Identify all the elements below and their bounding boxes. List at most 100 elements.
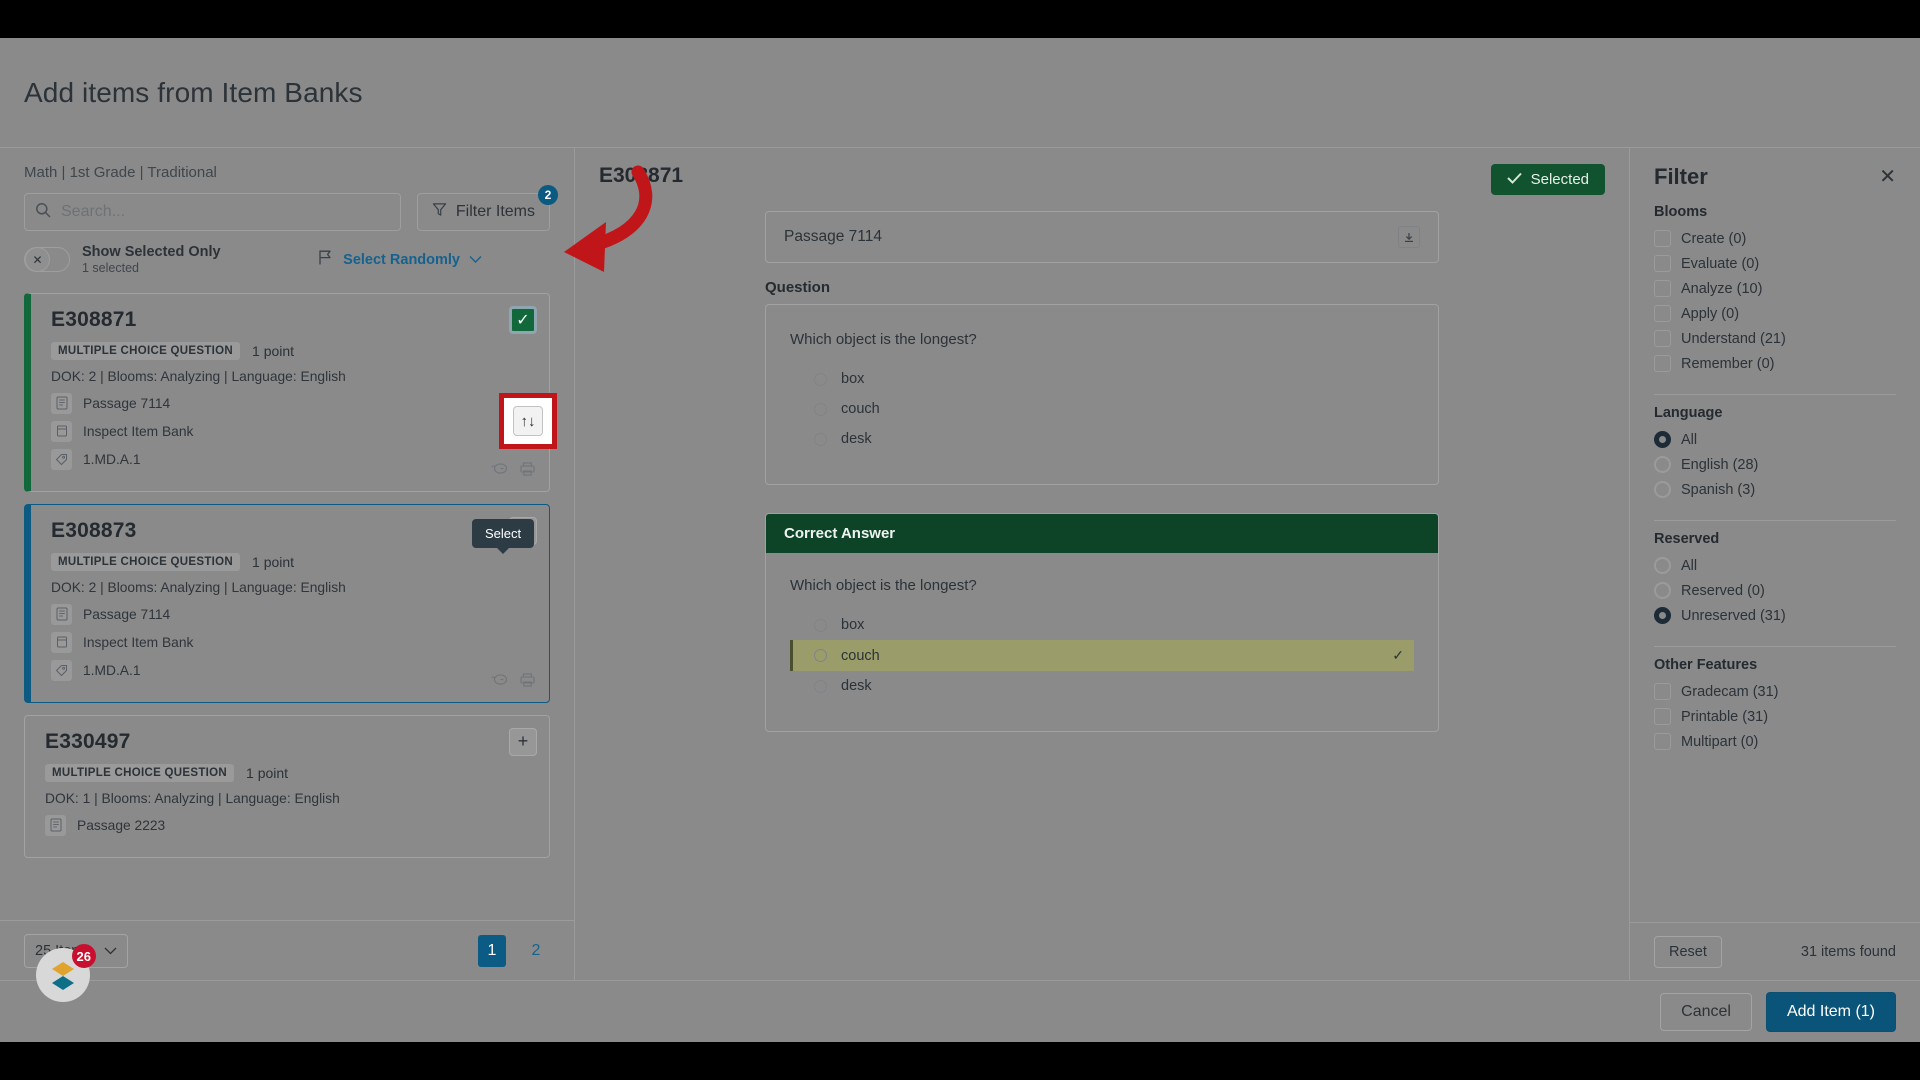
choice-label: couch: [841, 647, 880, 664]
question-choice[interactable]: box: [790, 364, 1414, 394]
filter-option-analyze[interactable]: Analyze (10): [1654, 276, 1896, 301]
item-card-E330497[interactable]: E330497 MULTIPLE CHOICE QUESTION 1 point…: [24, 714, 550, 858]
preview-header: E308871 Selected: [575, 148, 1629, 195]
modal-header: Add items from Item Banks: [0, 38, 1920, 148]
bank-icon: [51, 631, 72, 653]
item-selected-checkbox[interactable]: ✓: [509, 305, 537, 334]
radio-icon: [1654, 582, 1671, 599]
item-id: E308871: [51, 307, 137, 331]
status-badge: Selected: [1490, 164, 1605, 195]
selected-count-label: 1 selected: [82, 261, 139, 276]
item-standard-line: 1.MD.A.1: [51, 448, 533, 470]
filter-option-remember[interactable]: Remember (0): [1654, 351, 1896, 376]
filter-option-label: Reserved (0): [1681, 582, 1765, 599]
item-passage-line: Passage 2223: [45, 814, 533, 836]
breadcrumb: Math | 1st Grade | Traditional: [24, 164, 217, 181]
items-found-label: 31 items found: [1800, 943, 1896, 960]
item-type-row: MULTIPLE CHOICE QUESTION 1 point: [45, 763, 533, 782]
filter-option-label: Gradecam (31): [1681, 683, 1779, 700]
question-text: Which object is the longest?: [790, 331, 977, 348]
choice-label: desk: [841, 678, 872, 694]
sort-order-button[interactable]: ↑↓: [513, 406, 543, 436]
filter-group-title-other: Other Features: [1654, 657, 1758, 673]
item-id: E308873: [51, 518, 137, 542]
filter-option-evaluate[interactable]: Evaluate (0): [1654, 251, 1896, 276]
toggle-knob: ✕: [25, 247, 50, 273]
show-selected-only-toggle[interactable]: ✕: [24, 247, 70, 273]
select-randomly-button[interactable]: Select Randomly: [318, 249, 482, 270]
search-icon: [35, 202, 51, 223]
flag-icon: [318, 249, 334, 270]
sort-button-highlight: ↑↓: [499, 393, 557, 449]
cancel-button[interactable]: Cancel: [1660, 992, 1752, 1031]
item-passage-line: Passage 7114: [51, 392, 533, 414]
question-choice[interactable]: desk: [790, 424, 1414, 454]
item-type-chip: MULTIPLE CHOICE QUESTION: [51, 341, 241, 360]
screen: Add items from Item Banks Math | 1st Gra…: [0, 0, 1920, 1080]
gradecam-icon: [491, 462, 508, 480]
funnel-icon: [432, 202, 447, 222]
correct-answer-card: Correct Answer Which object is the longe…: [765, 513, 1439, 732]
item-add-button[interactable]: +: [509, 727, 537, 756]
radio-icon: [814, 679, 827, 693]
filter-option-reserved[interactable]: Reserved (0): [1654, 578, 1896, 603]
checkbox-icon: [1654, 355, 1671, 372]
filter-option-language-english[interactable]: English (28): [1654, 452, 1896, 477]
filter-option-gradecam[interactable]: Gradecam (31): [1654, 679, 1896, 704]
gradecam-icon: [491, 673, 508, 691]
filter-option-language-all[interactable]: All: [1654, 427, 1896, 452]
filter-option-understand[interactable]: Understand (21): [1654, 326, 1896, 351]
passage-field[interactable]: Passage 7114: [765, 211, 1439, 263]
item-bank-line[interactable]: Inspect Item Bank: [51, 420, 533, 442]
status-badge-label: Selected: [1530, 171, 1589, 188]
choice-label: couch: [841, 401, 880, 417]
help-widget-badge: 26: [71, 944, 96, 968]
choice-label: box: [841, 371, 865, 387]
plus-icon: +: [517, 731, 529, 752]
checkbox-icon: [1654, 230, 1671, 247]
show-selected-row: ✕ Show Selected Only 1 selected Select R…: [0, 231, 574, 287]
search-input[interactable]: [61, 203, 390, 221]
add-item-button[interactable]: Add Item (1): [1765, 991, 1896, 1032]
page-button-1[interactable]: 1: [478, 934, 506, 967]
search-input-wrapper[interactable]: [24, 193, 401, 231]
choice-label: desk: [841, 431, 872, 447]
help-widget[interactable]: 26: [36, 944, 96, 1002]
filter-option-label: Analyze (10): [1681, 280, 1763, 297]
item-type-row: MULTIPLE CHOICE QUESTION 1 point: [51, 552, 533, 571]
question-choice[interactable]: couch: [790, 394, 1414, 424]
item-bank-label: Inspect Item Bank: [83, 634, 194, 650]
filter-option-unreserved[interactable]: Unreserved (31): [1654, 603, 1896, 628]
pagination[interactable]: 1 2: [478, 934, 550, 967]
add-items-modal: Add items from Item Banks Math | 1st Gra…: [0, 38, 1920, 1042]
radio-icon: [1654, 431, 1671, 448]
filter-option-multipart[interactable]: Multipart (0): [1654, 729, 1896, 754]
radio-icon: [1654, 456, 1671, 473]
filter-group-title-reserved: Reserved: [1654, 531, 1720, 547]
filter-option-label: Spanish (3): [1681, 481, 1756, 498]
filter-option-reserved-all[interactable]: All: [1654, 553, 1896, 578]
filter-items-button[interactable]: Filter Items 2: [416, 185, 558, 231]
filter-option-printable[interactable]: Printable (31): [1654, 704, 1896, 729]
expand-down-icon[interactable]: [1398, 226, 1420, 248]
item-passage-label: Passage 2223: [77, 817, 166, 833]
item-bank-line[interactable]: Inspect Item Bank: [51, 631, 533, 653]
reset-button[interactable]: Reset: [1654, 935, 1722, 968]
item-list-panel: Math | 1st Grade | Traditional Search...…: [0, 148, 575, 980]
item-card-E308871[interactable]: E308871 MULTIPLE CHOICE QUESTION 1 point…: [24, 292, 550, 492]
page-button-2[interactable]: 2: [522, 935, 550, 967]
filter-option-create[interactable]: Create (0): [1654, 226, 1896, 251]
check-icon: ✓: [516, 311, 530, 329]
answer-choice: box: [790, 610, 1414, 640]
checkbox-icon: [1654, 330, 1671, 347]
show-selected-only-label: Show Selected Only: [82, 244, 221, 260]
item-meta: DOK: 2 | Blooms: Analyzing | Language: E…: [51, 579, 346, 595]
item-type-row: MULTIPLE CHOICE QUESTION 1 point: [51, 341, 533, 360]
item-card-list[interactable]: E308871 MULTIPLE CHOICE QUESTION 1 point…: [0, 287, 574, 920]
filter-option-apply[interactable]: Apply (0): [1654, 301, 1896, 326]
tag-icon: [51, 448, 72, 470]
filter-panel-header: Filter ✕: [1630, 148, 1920, 194]
close-icon[interactable]: ✕: [1879, 167, 1896, 187]
filter-option-language-spanish[interactable]: Spanish (3): [1654, 477, 1896, 502]
item-bank-label: Inspect Item Bank: [83, 423, 194, 439]
